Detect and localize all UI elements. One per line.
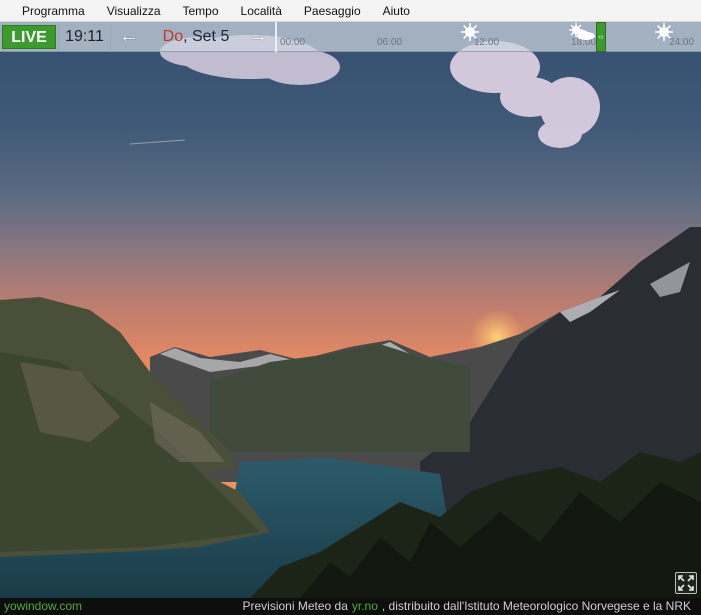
credit-prefix: Previsioni Meteo da <box>242 599 348 613</box>
fullscreen-button[interactable] <box>675 572 697 594</box>
time-slider-handle[interactable]: ‹› <box>596 22 606 52</box>
weather-credit: Previsioni Meteo da yr.no, distribuito da… <box>242 598 691 615</box>
menu-bar: Programma Visualizza Tempo Località Paes… <box>0 0 701 22</box>
landscape-illustration <box>0 35 701 598</box>
status-bar: yowindow.com Previsioni Meteo da yr.no, d… <box>0 598 701 615</box>
sun-icon <box>655 23 673 41</box>
menu-paesaggio[interactable]: Paesaggio <box>293 0 372 22</box>
sun-icon <box>461 23 479 41</box>
current-time: 19:11 <box>58 24 111 50</box>
partly-cloudy-icon <box>569 23 595 40</box>
menu-visualizza[interactable]: Visualizza <box>96 0 172 22</box>
current-date: Do, Set 5 <box>150 24 242 50</box>
time-bar: LIVE 19:11 ← Do, Set 5 → 00:00 06:00 12:… <box>0 22 701 52</box>
date-rest: , Set 5 <box>183 28 230 45</box>
expand-icon <box>678 575 694 591</box>
date-day: Do <box>162 28 184 45</box>
menu-aiuto[interactable]: Aiuto <box>372 0 421 22</box>
landscape-scene <box>0 22 701 598</box>
credit-suffix: , distribuito dall'Istituto Meteorologic… <box>381 599 691 613</box>
site-link[interactable]: yowindow.com <box>4 598 82 615</box>
next-day-arrow-icon[interactable]: → <box>245 25 271 49</box>
previous-day-arrow-icon[interactable]: ← <box>116 25 142 49</box>
yr-link[interactable]: yr.no <box>348 599 382 613</box>
menu-programma[interactable]: Programma <box>11 0 96 22</box>
tick-label: 00:00 <box>280 37 306 48</box>
timeline-track[interactable]: 00:00 06:00 12:00 18:00 24:00 <box>275 22 701 52</box>
cloud-shape-2 <box>450 41 600 148</box>
live-button[interactable]: LIVE <box>2 25 56 49</box>
tick-label: 06:00 <box>377 37 403 48</box>
menu-tempo[interactable]: Tempo <box>172 0 230 22</box>
menu-localita[interactable]: Località <box>230 0 293 22</box>
